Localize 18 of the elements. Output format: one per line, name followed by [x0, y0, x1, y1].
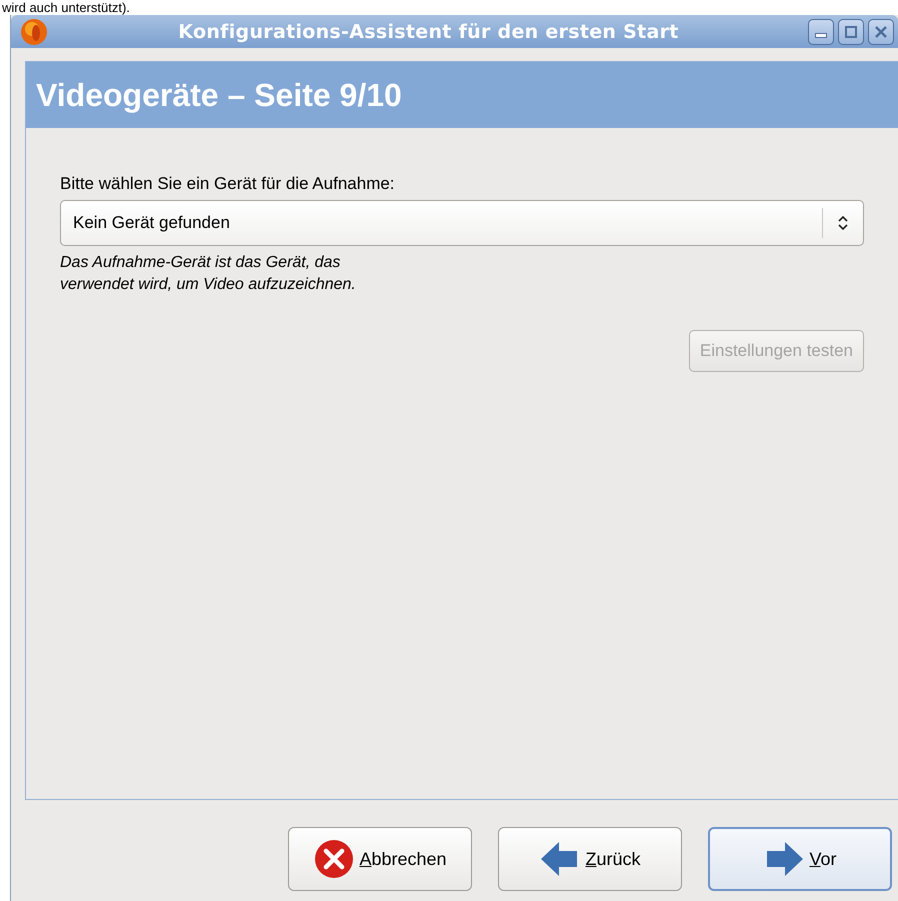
cancel-button[interactable]: Abbrechen [288, 827, 472, 891]
page-heading: Videogeräte – Seite 9/10 [26, 62, 898, 128]
close-icon [874, 24, 888, 38]
updown-icon [837, 214, 849, 232]
back-button[interactable]: Zurück [498, 827, 682, 891]
maximize-icon [844, 24, 858, 38]
device-label: Bitte wählen Sie ein Gerät für die Aufnahme: [60, 174, 396, 194]
minimize-button[interactable] [808, 18, 834, 44]
device-dropdown[interactable]: Kein Gerät gefunden [60, 200, 864, 246]
app-logo-icon [19, 16, 49, 46]
cancel-icon [313, 838, 356, 880]
maximize-button[interactable] [838, 18, 864, 44]
close-button[interactable] [868, 18, 894, 44]
minimize-icon [815, 33, 827, 38]
hint-text: Das Aufnahme-Gerät ist das Gerät, das verwendet wird, um Video aufzuzeichnen. [60, 253, 357, 295]
window-title: Konfigurations-Assistent für den ersten Start [177, 20, 680, 42]
page-text: wird auch unterstützt). [1, 0, 131, 15]
next-button[interactable]: Vor [708, 827, 892, 891]
